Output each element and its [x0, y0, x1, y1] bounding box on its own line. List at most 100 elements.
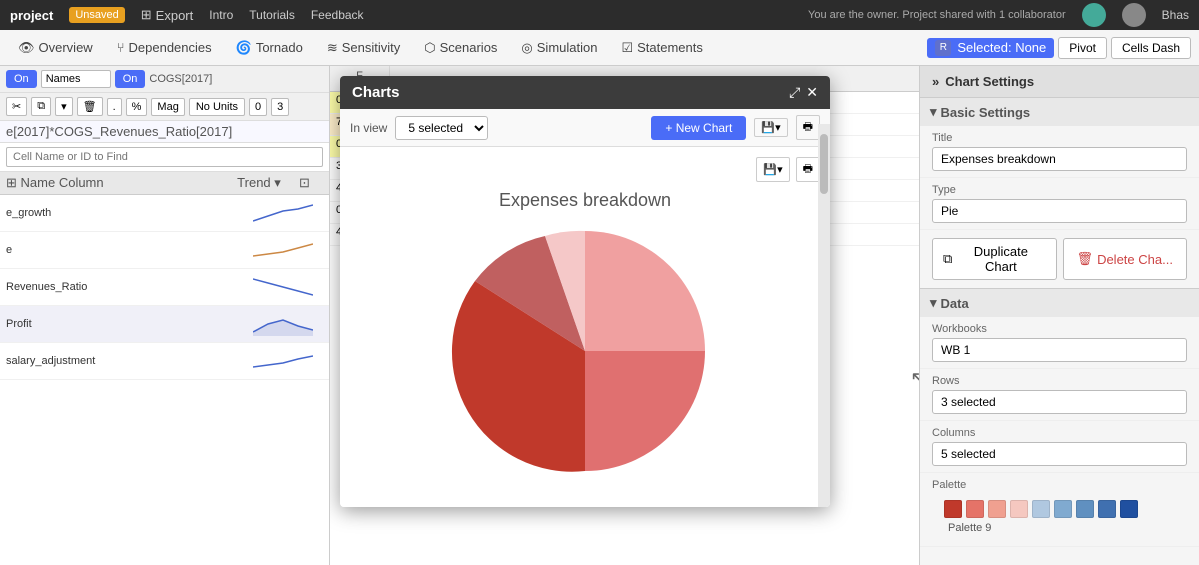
row-trend-3	[243, 310, 323, 338]
export-col-icon[interactable]: ⊡	[299, 175, 323, 191]
new-chart-btn[interactable]: + New Chart	[651, 116, 746, 140]
row-name-revenues: Revenues_Ratio	[6, 281, 243, 293]
swatch-0[interactable]	[944, 500, 962, 518]
names-input[interactable]	[41, 70, 111, 88]
search-input[interactable]	[6, 147, 323, 167]
swatch-6[interactable]	[1076, 500, 1094, 518]
nav-scenarios[interactable]: ⬡ Scenarios	[414, 36, 507, 60]
delete-btn[interactable]: 🗑	[77, 97, 103, 116]
chart-select-dropdown[interactable]: 5 selected	[395, 116, 488, 140]
table-rows: e_growth e Revenues_Ratio	[0, 195, 329, 565]
type-input[interactable]	[932, 199, 1187, 223]
cursor-pointer: ↖	[910, 366, 919, 391]
pivot-btn[interactable]: Pivot	[1058, 37, 1107, 59]
close-btn[interactable]: ✕	[806, 84, 818, 101]
export-btn[interactable]: ⊞ Export	[141, 7, 193, 23]
swatch-7[interactable]	[1098, 500, 1116, 518]
print-icon-btn[interactable]: 🖶	[796, 157, 820, 182]
percent-btn[interactable]: %	[126, 98, 148, 116]
type-label: Type	[932, 184, 1187, 196]
row-name-e: e	[6, 244, 243, 256]
swatch-3[interactable]	[1010, 500, 1028, 518]
tutorials-btn[interactable]: Tutorials	[249, 8, 295, 22]
mag-btn[interactable]: Mag	[151, 98, 184, 116]
on-btn-1[interactable]: On	[6, 70, 37, 88]
zero-btn[interactable]: 0	[249, 98, 267, 116]
modal-toolbar: In view 5 selected + New Chart 💾▾ 🖶	[340, 109, 830, 147]
pie-slice-2	[585, 351, 705, 471]
save-chart-btn[interactable]: 💾▾	[754, 118, 787, 137]
unsaved-btn[interactable]: Unsaved	[69, 7, 124, 23]
period-btn[interactable]: .	[107, 98, 122, 116]
cells-dash-btn[interactable]: Cells Dash	[1111, 37, 1191, 59]
scissors-btn[interactable]: ✂	[6, 97, 27, 116]
workbooks-input[interactable]	[932, 338, 1187, 362]
chart-settings-header: » Chart Settings	[920, 66, 1199, 97]
row-name-profit: Profit	[6, 318, 243, 330]
row-name-salary: salary_adjustment	[6, 355, 243, 367]
trend-sort-icon: ▾	[274, 175, 281, 190]
nav-overview[interactable]: 👁 Overview	[8, 36, 103, 60]
columns-label: Columns	[932, 427, 1187, 439]
dropdown-btn[interactable]: ▾	[55, 97, 73, 116]
rows-input[interactable]	[932, 390, 1187, 414]
cogs-label: COGS[2017]	[149, 73, 212, 85]
overview-icon: 👁	[18, 40, 35, 56]
unsaved-badge: Unsaved	[69, 7, 124, 23]
duplicate-icon: ⧉	[943, 251, 952, 267]
table-row[interactable]: Profit	[0, 306, 329, 343]
nav-sensitivity[interactable]: ≋ Sensitivity	[317, 36, 410, 60]
export-icon: ⊞	[141, 7, 152, 23]
swatch-4[interactable]	[1032, 500, 1050, 518]
duplicate-chart-btn[interactable]: ⧉ Duplicate Chart	[932, 238, 1057, 280]
chart-area: 💾▾ 🖶 Expenses breakdown	[340, 147, 830, 507]
modal-header: Charts ⤢ ✕	[340, 76, 830, 109]
center-area: F 0.02 7.73 M 0.30 317,896... 408,425...…	[330, 66, 919, 565]
copy-btn[interactable]: ⧉	[31, 97, 51, 116]
on-btn-2[interactable]: On	[115, 70, 146, 88]
table-header: ⊞ Name Column Trend ▾ ⊡	[0, 172, 329, 195]
statements-icon: ☑	[621, 40, 633, 56]
swatch-1[interactable]	[966, 500, 984, 518]
left-panel: On On COGS[2017] ✂ ⧉ ▾ 🗑 . % Mag No Unit…	[0, 66, 330, 565]
delete-chart-btn[interactable]: 🗑 Delete Cha...	[1063, 238, 1188, 280]
nav-tornado[interactable]: 🌀 Tornado	[226, 36, 313, 60]
type-row: Type	[920, 178, 1199, 230]
triangle-icon: ▾	[930, 104, 937, 120]
expand-icon: ⊞	[6, 175, 17, 190]
table-row[interactable]: Revenues_Ratio	[0, 269, 329, 306]
table-row[interactable]: salary_adjustment	[0, 343, 329, 380]
main-area: On On COGS[2017] ✂ ⧉ ▾ 🗑 . % Mag No Unit…	[0, 66, 1199, 565]
nav-bar: 👁 Overview ⑂ Dependencies 🌀 Tornado ≋ Se…	[0, 30, 1199, 66]
columns-input[interactable]	[932, 442, 1187, 466]
columns-row: Columns	[920, 421, 1199, 473]
swatch-8[interactable]	[1120, 500, 1138, 518]
modal-scrollbar[interactable]	[818, 124, 830, 507]
save-icon-btn[interactable]: 💾▾	[756, 157, 789, 182]
settings-arrows-icon: »	[932, 74, 939, 89]
row-trend-1	[243, 236, 323, 264]
tornado-icon: 🌀	[236, 40, 252, 56]
nav-dependencies[interactable]: ⑂ Dependencies	[107, 36, 222, 59]
workbooks-row: Workbooks	[920, 317, 1199, 369]
palette-row-container: Palette Palette 9	[920, 473, 1199, 547]
pie-svg	[445, 221, 725, 481]
chart-title: Expenses breakdown	[499, 190, 671, 211]
swatch-2[interactable]	[988, 500, 1006, 518]
intro-btn[interactable]: Intro	[209, 8, 233, 22]
maximize-btn[interactable]: ⤢	[789, 84, 800, 101]
nav-statements[interactable]: ☑ Statements	[611, 36, 712, 60]
table-row[interactable]: e	[0, 232, 329, 269]
owner-info: You are the owner. Project shared with 1…	[808, 9, 1066, 21]
row-trend-2	[243, 273, 323, 301]
swatch-5[interactable]	[1054, 500, 1072, 518]
feedback-btn[interactable]: Feedback	[311, 8, 364, 22]
num-btn[interactable]: 3	[271, 98, 289, 116]
scrollbar-thumb[interactable]	[820, 134, 828, 194]
print-chart-btn[interactable]: 🖶	[796, 115, 820, 140]
no-units-btn[interactable]: No Units	[189, 98, 245, 116]
nav-simulation[interactable]: ◎ Simulation	[511, 36, 607, 60]
table-row[interactable]: e_growth	[0, 195, 329, 232]
title-input[interactable]	[932, 147, 1187, 171]
triangle-icon-data: ▾	[930, 295, 937, 311]
